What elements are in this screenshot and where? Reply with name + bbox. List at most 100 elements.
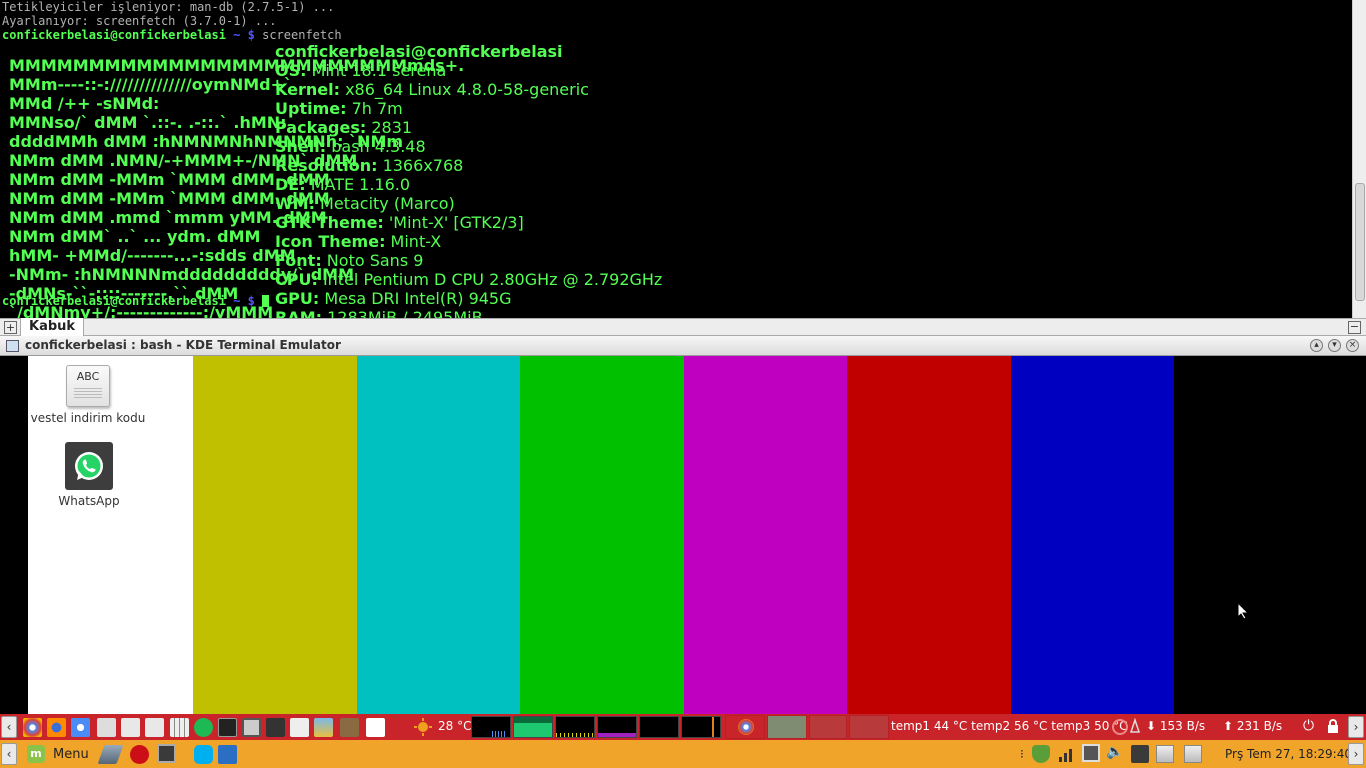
network-launcher-icon[interactable] xyxy=(145,718,164,737)
load-monitor-graph[interactable] xyxy=(639,716,679,738)
pen-launcher-icon[interactable] xyxy=(290,718,309,737)
spotify-launcher-icon[interactable] xyxy=(194,718,213,737)
weather-temperature[interactable]: 28 °C xyxy=(438,719,471,733)
system-info: confickerbelasi@confickerbelasi OS: Mint … xyxy=(275,42,662,327)
desktop-icon-whatsapp[interactable]: WhatsApp xyxy=(24,442,154,508)
info-row: Packages: 2831 xyxy=(275,118,662,137)
disk-monitor-graph[interactable] xyxy=(681,716,721,738)
keyboard-icon[interactable] xyxy=(1131,745,1149,763)
window-titlebar[interactable]: confickerbelasi : bash - KDE Terminal Em… xyxy=(0,336,1366,356)
output-line: Tetikleyiciler işleniyor: man-db (2.7.5-… xyxy=(2,0,335,14)
signal-strength-icon[interactable] xyxy=(1058,745,1076,763)
panel-scroll-left-icon[interactable]: ‹ xyxy=(1,743,17,765)
panel-scroll-right-icon[interactable]: › xyxy=(1348,743,1364,765)
desktop-icon-document[interactable]: ABC vestel indirim kodu xyxy=(23,365,153,425)
info-row: DE: MATE 1.16.0 xyxy=(275,175,662,194)
clock[interactable]: Prş Tem 27, 18:29:40 xyxy=(1225,747,1352,761)
swap-monitor-graph[interactable] xyxy=(597,716,637,738)
prompt-user: confickerbelasi@confickerbelasi xyxy=(2,28,226,42)
video-launcher-icon[interactable] xyxy=(266,718,285,737)
info-row: Uptime: 7h 7m xyxy=(275,99,662,118)
info-row: Font: Noto Sans 9 xyxy=(275,251,662,270)
command-text: screenfetch xyxy=(254,28,342,42)
prompt-symbol: ~ $ xyxy=(225,294,255,308)
info-row: WM: Metacity (Marco) xyxy=(275,194,662,213)
info-value: Mint-X xyxy=(385,232,442,251)
taskbar-window-3[interactable] xyxy=(809,715,847,739)
chromium-launcher-icon[interactable] xyxy=(71,718,90,737)
command-line[interactable]: confickerbelasi@confickerbelasi ~ $ xyxy=(2,294,270,308)
network-monitor-graph[interactable] xyxy=(555,716,595,738)
info-key: Packages: xyxy=(275,118,367,137)
screen-launcher-icon[interactable] xyxy=(242,718,261,737)
lock-screen-icon[interactable] xyxy=(1327,719,1339,734)
shield-icon[interactable] xyxy=(1032,745,1050,763)
terminal-window[interactable]: Tetikleyiciler işleniyor: man-db (2.7.5-… xyxy=(0,0,1366,360)
removable-drive-icon[interactable] xyxy=(1184,745,1202,763)
info-key: CPU: xyxy=(275,270,318,289)
color-bar-red xyxy=(847,356,1011,714)
download-speed: ⬇ 153 B/s xyxy=(1146,719,1206,733)
app-launcher-icon[interactable] xyxy=(218,745,237,764)
volume-icon[interactable]: 🔈 xyxy=(1106,744,1123,760)
notes-launcher-icon[interactable] xyxy=(366,718,385,737)
upload-speed: ⬆ 231 B/s xyxy=(1223,719,1283,733)
network-activity-icon[interactable] xyxy=(1111,718,1145,736)
color-bar-blue xyxy=(1011,356,1174,714)
memory-monitor-graph[interactable] xyxy=(513,716,553,738)
mint-logo-icon: m xyxy=(27,745,45,763)
tab-kabuk[interactable]: Kabuk xyxy=(20,318,85,337)
menu-button[interactable]: m Menu xyxy=(24,743,100,765)
show-desktop-icon[interactable] xyxy=(97,745,124,764)
close-tab-button[interactable]: − xyxy=(1348,321,1361,334)
info-key: Kernel: xyxy=(275,80,340,99)
prompt-symbol: ~ $ xyxy=(225,28,255,42)
info-key: Shell: xyxy=(275,137,327,156)
restore-icon[interactable]: ▴ xyxy=(1310,339,1323,352)
opera-launcher-icon[interactable] xyxy=(130,745,149,764)
terminal-tab-bar: + Kabuk − xyxy=(0,318,1366,337)
info-value: Mint 18.1 serena xyxy=(306,61,447,80)
close-icon[interactable]: × xyxy=(1346,339,1359,352)
drive-launcher-icon[interactable] xyxy=(121,718,140,737)
shutdown-icon[interactable]: ⏻ xyxy=(1303,718,1314,734)
display-icon[interactable] xyxy=(1082,744,1100,762)
info-key: OS: xyxy=(275,61,307,80)
minimize-icon[interactable]: ▾ xyxy=(1328,339,1341,352)
color-bar-green xyxy=(520,356,684,714)
info-row: CPU: Intel Pentium D CPU 2.80GHz @ 2.792… xyxy=(275,270,662,289)
image-viewer-launcher-icon[interactable] xyxy=(314,718,333,737)
terminal-app-icon xyxy=(6,340,19,352)
menu-label: Menu xyxy=(53,747,89,762)
terminal-launcher-icon[interactable] xyxy=(218,718,237,737)
taskbar-window-2[interactable] xyxy=(767,715,807,739)
chrome-launcher-icon[interactable] xyxy=(23,718,42,737)
info-row: Resolution: 1366x768 xyxy=(275,156,662,175)
taskbar-window-4[interactable] xyxy=(849,715,889,739)
whatsapp-icon xyxy=(65,442,113,490)
info-row: OS: Mint 18.1 serena xyxy=(275,61,662,80)
sensor-temperatures[interactable]: temp1 44 °C temp2 56 °C temp3 50 °C xyxy=(891,719,1128,733)
panel-scroll-right-icon[interactable]: › xyxy=(1348,716,1364,738)
new-tab-button[interactable]: + xyxy=(4,321,17,334)
prompt-user: confickerbelasi@confickerbelasi xyxy=(2,294,226,308)
terminal-scrollbar[interactable] xyxy=(1352,0,1366,318)
info-value: Intel Pentium D CPU 2.80GHz @ 2.792GHz xyxy=(317,270,663,289)
tools-launcher-icon[interactable] xyxy=(97,718,116,737)
info-key: Icon Theme: xyxy=(275,232,386,251)
skype-launcher-icon[interactable] xyxy=(194,745,213,764)
drive-icon[interactable] xyxy=(1156,745,1174,763)
monitor-launcher-icon[interactable] xyxy=(157,744,176,763)
scrollbar-thumb[interactable] xyxy=(1355,183,1365,301)
desktop-icon-label: WhatsApp xyxy=(58,494,120,508)
firefox-launcher-icon[interactable] xyxy=(47,718,66,737)
taskbar-window-chrome[interactable] xyxy=(725,715,765,739)
panel-scroll-left-icon[interactable]: ‹ xyxy=(1,716,17,738)
info-row: GTK Theme: 'Mint-X' [GTK2/3] xyxy=(275,213,662,232)
cpu-monitor-graph[interactable] xyxy=(471,716,511,738)
gimp-launcher-icon[interactable] xyxy=(340,718,359,737)
color-bar-cyan xyxy=(357,356,520,714)
calculator-launcher-icon[interactable] xyxy=(170,718,189,737)
tray-handle-icon[interactable]: ⁝ xyxy=(1020,747,1024,761)
info-value: 2831 xyxy=(366,118,413,137)
